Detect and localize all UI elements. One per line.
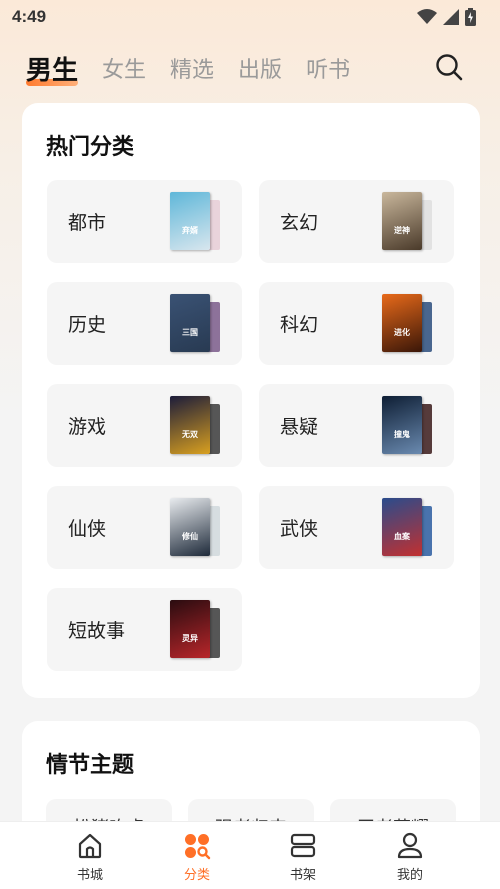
tab-featured[interactable]: 精选: [170, 54, 214, 88]
category-label: 短故事: [68, 620, 126, 642]
category-tile-short-story[interactable]: 短故事 灵异: [47, 588, 242, 671]
category-tile-dushi[interactable]: 都市 弃婿: [47, 180, 242, 263]
nav-bookstore[interactable]: 书城: [60, 832, 120, 883]
nav-profile[interactable]: 我的: [380, 832, 440, 883]
category-label: 仙侠: [68, 518, 107, 540]
tab-audiobook[interactable]: 听书: [306, 54, 350, 88]
book-cover: 无双: [170, 396, 222, 456]
signal-icon: [443, 9, 459, 25]
hot-categories-card: 热门分类 都市 弃婿 玄幻 逆神 历史 三国 科幻 进化 游戏 无双 悬疑 撞鬼…: [22, 103, 480, 698]
category-label: 游戏: [68, 416, 107, 438]
category-label: 玄幻: [280, 212, 319, 234]
book-cover: 血案: [382, 498, 434, 558]
nav-label: 我的: [396, 868, 423, 883]
nav-bookshelf[interactable]: 书架: [273, 832, 333, 883]
category-tile-xuanhuan[interactable]: 玄幻 逆神: [259, 180, 454, 263]
status-icons: [417, 8, 476, 26]
nav-label: 书架: [289, 868, 316, 883]
book-cover: 撞鬼: [382, 396, 434, 456]
category-label: 都市: [68, 212, 107, 234]
nav-label: 书城: [76, 868, 103, 883]
tab-male[interactable]: 男生: [26, 54, 79, 88]
category-tile-kehuan[interactable]: 科幻 进化: [259, 282, 454, 365]
nav-label: 分类: [183, 868, 210, 883]
category-label: 科幻: [280, 314, 319, 336]
status-bar: 4:49: [0, 0, 500, 34]
tab-female[interactable]: 女生: [102, 54, 146, 88]
profile-icon: [397, 832, 423, 859]
wifi-icon: [417, 9, 437, 24]
category-tile-xianxia[interactable]: 仙侠 修仙: [47, 486, 242, 569]
book-cover: 进化: [382, 294, 434, 354]
category-label: 武侠: [280, 518, 319, 540]
hot-categories-title: 热门分类: [46, 135, 135, 160]
nav-category[interactable]: 分类: [167, 832, 227, 883]
category-label: 悬疑: [280, 416, 319, 438]
category-tile-lishi[interactable]: 历史 三国: [47, 282, 242, 365]
category-icon: [185, 834, 211, 860]
top-tabs: 男生 女生 精选 出版 听书: [26, 48, 350, 88]
category-tile-wuxia[interactable]: 武侠 血案: [259, 486, 454, 569]
book-cover: 弃婿: [170, 192, 222, 252]
category-label: 历史: [68, 314, 107, 336]
book-cover: 三国: [170, 294, 222, 354]
book-cover: 逆神: [382, 192, 434, 252]
bottom-nav: 书城 分类 书架 我的: [0, 821, 500, 889]
search-icon[interactable]: [434, 52, 464, 82]
book-cover: 灵异: [170, 600, 222, 660]
tab-publish[interactable]: 出版: [238, 54, 282, 88]
home-icon: [78, 833, 102, 859]
book-cover: 修仙: [170, 498, 222, 558]
battery-icon: [465, 8, 476, 26]
category-tile-xuanyi[interactable]: 悬疑 撞鬼: [259, 384, 454, 467]
status-time: 4:49: [12, 7, 47, 26]
plot-themes-title: 情节主题: [46, 753, 135, 778]
category-tile-youxi[interactable]: 游戏 无双: [47, 384, 242, 467]
bookshelf-icon: [290, 833, 316, 858]
